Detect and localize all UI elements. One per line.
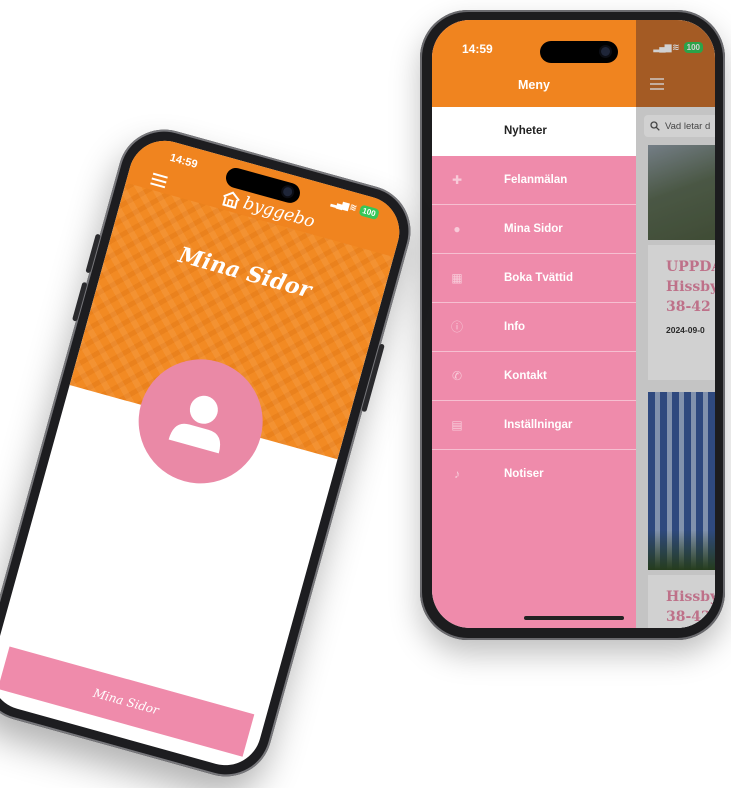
menu-item-label: Nyheter bbox=[504, 125, 547, 137]
home-indicator[interactable] bbox=[524, 616, 624, 620]
settings-icon: ▤ bbox=[451, 418, 463, 432]
menu-item-notiser[interactable]: ♪ Notiser bbox=[432, 450, 636, 498]
menu-item-mina-sidor[interactable]: ● Mina Sidor bbox=[432, 205, 636, 254]
menu-item-info[interactable]: ⓘ Info bbox=[432, 303, 636, 352]
mina-sidor-button[interactable]: Mina Sidor bbox=[0, 646, 255, 757]
bell-icon: ♪ bbox=[454, 467, 460, 481]
menu-item-label: Info bbox=[504, 321, 526, 333]
menu-header: 14:59 Meny bbox=[432, 20, 636, 107]
menu-item-felanmalan[interactable]: ✚ Felanmälan bbox=[432, 156, 636, 205]
right-phone-screen: ▂▄▆ ≋ 100 Vad letar d UPPDA Hissby 38-42… bbox=[432, 20, 715, 628]
info-icon: ⓘ bbox=[450, 320, 463, 334]
status-time: 14:59 bbox=[462, 42, 493, 56]
volume-button bbox=[85, 233, 101, 274]
right-phone: ▂▄▆ ≋ 100 Vad letar d UPPDA Hissby 38-42… bbox=[420, 10, 725, 640]
dynamic-island bbox=[540, 41, 618, 63]
menu-item-label: Notiser bbox=[504, 468, 544, 480]
camera-icon bbox=[282, 186, 294, 198]
volume-button bbox=[71, 281, 88, 322]
left-phone-screen: 14:59 ▂▄▆ ≋ 100 byggebo Mina Sidor Mina … bbox=[0, 132, 408, 774]
house-logo-icon bbox=[222, 191, 240, 209]
menu-item-kontakt[interactable]: ✆ Kontakt bbox=[432, 352, 636, 401]
menu-item-nyheter[interactable]: Nyheter bbox=[432, 107, 636, 156]
menu-item-label: Boka Tvättid bbox=[504, 272, 574, 284]
news-feed: ▂▄▆ ≋ 100 Vad letar d UPPDA Hissby 38-42… bbox=[636, 20, 715, 628]
phone-icon: ✆ bbox=[451, 369, 463, 383]
side-menu: 14:59 Meny Nyheter ✚ Felanmälan ● Mina S… bbox=[432, 20, 636, 628]
menu-item-boka-tvattid[interactable]: ▦ Boka Tvättid bbox=[432, 254, 636, 303]
menu-item-label: Kontakt bbox=[504, 370, 547, 382]
menu-item-label: Mina Sidor bbox=[504, 223, 563, 235]
menu-title: Meny bbox=[518, 78, 550, 92]
menu-item-installningar[interactable]: ▤ Inställningar bbox=[432, 401, 636, 450]
menu-item-label: Inställningar bbox=[504, 419, 573, 431]
wrench-icon: ✚ bbox=[451, 173, 463, 187]
left-phone: 14:59 ▂▄▆ ≋ 100 byggebo Mina Sidor Mina … bbox=[0, 119, 422, 787]
user-icon: ● bbox=[453, 222, 461, 236]
calendar-icon: ▦ bbox=[451, 271, 463, 285]
camera-icon bbox=[601, 47, 610, 56]
drawer-overlay[interactable] bbox=[636, 20, 715, 628]
menu-item-label: Felanmälan bbox=[504, 174, 568, 186]
